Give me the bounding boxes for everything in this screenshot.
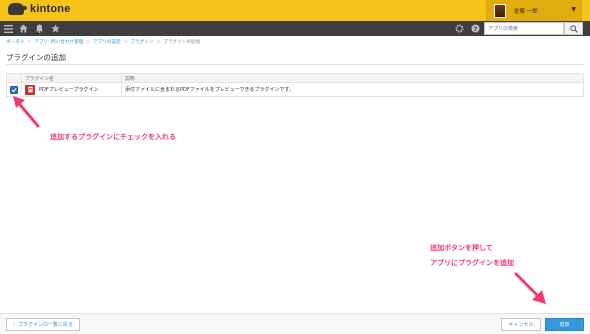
annotation-arrow-icon [13,96,40,128]
header-select [6,73,22,83]
table-row: PDFプレビュープラグイン 添付ファイルに含まれるPDFファイルをプレビューでき… [6,82,584,97]
annotation-arrow-icon [514,272,546,304]
table-header-row: プラグイン名 説明 [6,73,584,83]
breadcrumb: ポータル > アプリ: 問い合わせ管理 > アプリの設定 > プラグイン > プラグインの追加 [6,39,200,45]
search-button[interactable] [564,22,583,35]
breadcrumb-separator: > [123,40,128,45]
back-to-plugin-list-button[interactable]: ‹ プラグインの一覧に戻る [6,318,81,331]
breadcrumb-item-app-settings[interactable]: アプリの設定 [93,40,121,45]
help-icon[interactable]: ? [469,22,482,35]
back-button-label: プラグインの一覧に戻る [18,322,74,328]
plugin-description: 添付ファイルに含まれるPDFファイルをプレビューできるプラグインです。 [121,82,584,97]
search-icon [569,24,578,33]
notification-icon[interactable] [33,22,46,35]
kintone-logo[interactable]: kintone [8,3,71,15]
chevron-down-icon: ▼ [571,6,576,13]
header-plugin-name: プラグイン名 [21,73,122,83]
annotation-add-note-line2: アプリにプラグインを追加 [430,259,514,267]
menu-icon[interactable] [2,22,15,35]
logo-text: kintone [30,3,71,15]
breadcrumb-separator: > [156,40,161,45]
annotation-add-note-line1: 追加ボタンを押して [430,244,493,252]
app-search-input[interactable] [484,22,564,35]
breadcrumb-separator: > [27,40,32,45]
add-button[interactable]: 追加 [545,318,584,331]
plugin-table: プラグイン名 説明 PDFプレビュープラグイン 添付ファイルに含まれるPDFファ… [6,73,584,97]
home-icon[interactable] [17,22,30,35]
user-name: 佐藤 一郎 [514,8,538,15]
page-title: プラグインの追加 [6,53,66,62]
top-bar: kintone 佐藤 一郎 ▼ [0,0,590,21]
chevron-left-icon: ‹ [13,321,15,328]
breadcrumb-item-current: プラグインの追加 [163,40,201,45]
breadcrumb-item-portal[interactable]: ポータル [6,40,24,45]
cancel-button[interactable]: キャンセル [501,318,541,331]
annotation-check-note: 追加するプラグインにチェックを入れる [50,133,176,141]
nav-bar: ? [0,21,590,36]
logo-icon [8,3,27,15]
header-description: 説明 [121,73,584,83]
breadcrumb-separator: > [86,40,91,45]
star-icon[interactable] [49,22,62,35]
divider [6,64,584,65]
avatar [494,3,506,18]
settings-icon[interactable] [453,22,466,35]
user-menu[interactable]: 佐藤 一郎 ▼ [486,0,582,21]
svg-text:?: ? [474,26,478,33]
footer-bar: ‹ プラグインの一覧に戻る キャンセル 追加 [0,313,590,334]
breadcrumb-item-app[interactable]: アプリ: 問い合わせ管理 [34,40,83,45]
breadcrumb-item-plugins[interactable]: プラグイン [131,40,154,45]
